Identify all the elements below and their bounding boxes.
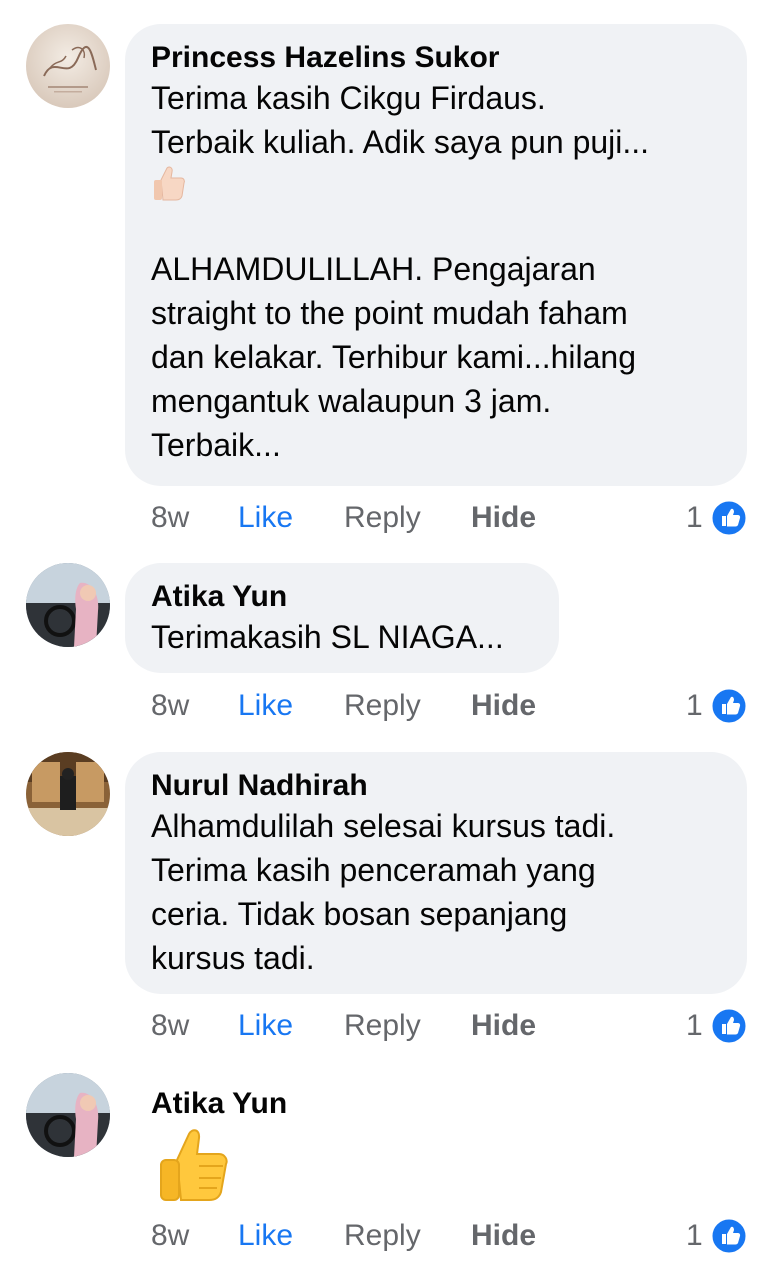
like-button[interactable]: Like [238,1216,293,1256]
comment-time[interactable]: 8w [151,686,189,726]
hide-button[interactable]: Hide [471,686,536,726]
comment-bubble[interactable]: Atika Yun Terimakasih SL NIAGA... [125,563,559,673]
comment-author[interactable]: Atika Yun [151,579,533,615]
avatar[interactable] [26,563,110,647]
comment-time[interactable]: 8w [151,498,189,538]
hide-button[interactable]: Hide [471,498,536,538]
comment-bubble[interactable]: Nurul Nadhirah Alhamdulilah selesai kurs… [125,752,747,994]
comment-bubble[interactable]: Princess Hazelins Sukor Terima kasih Cik… [125,24,747,486]
thumbs-up-emoji-icon [155,1126,231,1211]
reaction-count[interactable]: 1 [686,498,703,538]
like-reaction-icon[interactable] [711,1218,747,1254]
reply-button[interactable]: Reply [344,686,421,726]
like-button[interactable]: Like [238,686,293,726]
like-reaction-icon[interactable] [711,500,747,536]
comment-author[interactable]: Princess Hazelins Sukor [151,40,721,76]
reply-button[interactable]: Reply [344,1006,421,1046]
like-button[interactable]: Like [238,498,293,538]
comment-author[interactable]: Atika Yun [151,1086,287,1122]
thumbs-up-emoji-icon [151,164,187,209]
reaction-count[interactable]: 1 [686,686,703,726]
comment-actions: 8w Like Reply Hide 1 [151,498,751,538]
avatar[interactable] [26,24,110,108]
reaction-count[interactable]: 1 [686,1216,703,1256]
comment-text: Alhamdulilah selesai kursus tadi. Terima… [151,808,616,976]
reply-button[interactable]: Reply [344,498,421,538]
reply-button[interactable]: Reply [344,1216,421,1256]
comment-text: Terimakasih SL NIAGA... [151,619,504,655]
comment-text-continued: ALHAMDULILLAH. Pengajaran straight to th… [151,251,637,463]
avatar[interactable] [26,1073,110,1157]
comment-actions: 8w Like Reply Hide 1 [151,1006,751,1046]
like-reaction-icon[interactable] [711,688,747,724]
like-reaction-icon[interactable] [711,1008,747,1044]
reaction-count[interactable]: 1 [686,1006,703,1046]
hide-button[interactable]: Hide [471,1216,536,1256]
avatar[interactable] [26,752,110,836]
comment-actions: 8w Like Reply Hide 1 [151,1216,751,1256]
comment-text: Terima kasih Cikgu Firdaus. Terbaik kuli… [151,80,650,160]
comment-time[interactable]: 8w [151,1216,189,1256]
comment-time[interactable]: 8w [151,1006,189,1046]
hide-button[interactable]: Hide [471,1006,536,1046]
comment-author[interactable]: Nurul Nadhirah [151,768,721,804]
like-button[interactable]: Like [238,1006,293,1046]
comment-actions: 8w Like Reply Hide 1 [151,686,751,726]
